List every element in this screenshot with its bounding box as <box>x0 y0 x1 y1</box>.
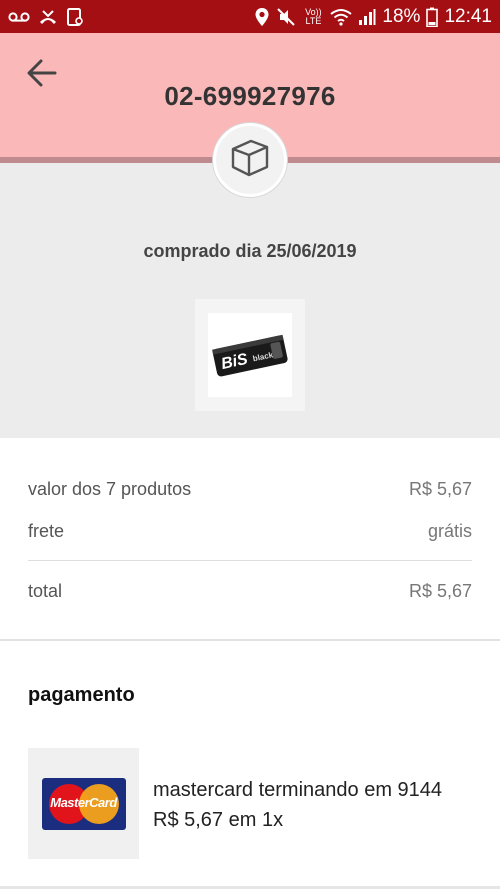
order-overview: comprado dia 25/06/2019 BiS black <box>0 163 500 438</box>
order-number: 02-699927976 <box>164 81 336 111</box>
total-label: total <box>28 580 63 601</box>
mastercard-logo-text: MasterCard <box>50 794 117 810</box>
package-box-icon <box>227 135 273 186</box>
mastercard-logo: MasterCard <box>41 777 126 830</box>
wifi-icon <box>330 8 353 26</box>
product-image: BiS black <box>208 313 292 397</box>
signal-icon <box>358 8 376 26</box>
purchase-date: comprado dia 25/06/2019 <box>143 241 357 261</box>
battery-percentage: 18% <box>382 5 421 27</box>
summary-divider <box>28 560 472 561</box>
shipping-label: frete <box>28 520 65 541</box>
section-divider <box>0 639 500 641</box>
payment-card-thumbnail: MasterCard <box>28 748 139 859</box>
voicemail-icon <box>8 11 30 23</box>
volte-icon: Vo)) LTE <box>305 6 322 26</box>
clock: 12:41 <box>444 5 492 27</box>
total-value: R$ 5,67 <box>408 580 472 601</box>
missed-call-icon <box>38 8 58 26</box>
product-thumbnail[interactable]: BiS black <box>195 299 305 411</box>
products-value-amount: R$ 5,67 <box>408 478 472 499</box>
total-row: total R$ 5,67 <box>28 565 472 617</box>
payment-card-line: mastercard terminando em 9144 <box>153 779 443 801</box>
battery-icon <box>426 7 439 27</box>
payment-amount-line: R$ 5,67 em 1x <box>153 809 284 831</box>
products-value-row: valor dos 7 produtos R$ 5,67 <box>28 468 472 510</box>
mute-icon <box>276 7 296 27</box>
shipping-row: frete grátis <box>28 510 472 552</box>
status-bar: Vo)) LTE 18% 12:41 <box>0 0 500 33</box>
package-badge <box>213 123 287 197</box>
payment-details: mastercard terminando em 9144 R$ 5,67 em… <box>153 775 442 835</box>
screenshot-icon <box>66 7 84 27</box>
shipping-value: grátis <box>427 520 472 541</box>
location-icon <box>254 7 270 27</box>
order-summary: valor dos 7 produtos R$ 5,67 frete gráti… <box>28 468 472 617</box>
payment-title: pagamento <box>28 684 135 706</box>
products-value-label: valor dos 7 produtos <box>28 478 192 499</box>
